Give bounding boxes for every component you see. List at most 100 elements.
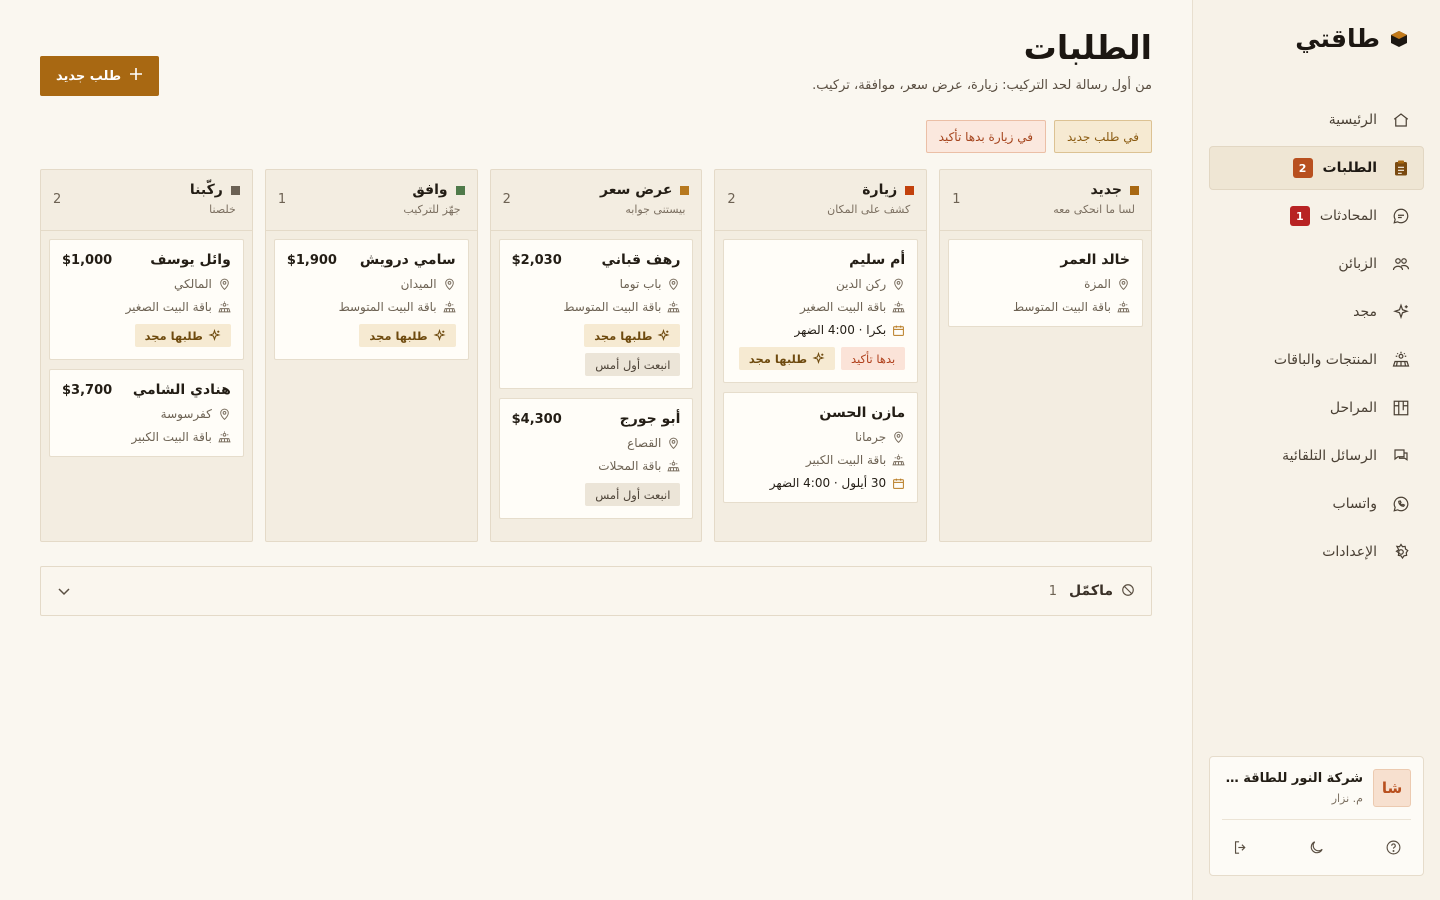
calendar-icon xyxy=(892,324,905,337)
solar-panel-icon xyxy=(667,301,680,314)
sidebar-item-3[interactable]: الزبائن xyxy=(1209,242,1424,286)
card-location: القصاع xyxy=(512,436,681,450)
order-card[interactable]: رهف قباني $2,030 باب توما باقة البيت المتوس… xyxy=(498,239,694,389)
divider xyxy=(1222,819,1411,820)
sidebar-nav: الرئيسية الطلبات 2 المحادثات 1 الزبائن مجد المن… xyxy=(1209,98,1424,578)
package-text: باقة البيت الصغير xyxy=(799,300,887,314)
card-location: الميدان xyxy=(287,277,456,291)
main-content: الطلبات من أول رسالة لحد التركيب: زيارة،… xyxy=(0,0,1192,900)
sidebar-item-6[interactable]: المراحل xyxy=(1209,386,1424,430)
location-pin-icon xyxy=(892,278,905,291)
card-appointment: 30 أيلول · 4:00 الضهر xyxy=(736,476,905,490)
appointment-text: بكرا · 4:00 الضهر xyxy=(794,323,887,337)
order-card[interactable]: أم سليم ركن الدين باقة البيت الصغير بكرا · … xyxy=(723,239,919,383)
column-count: 2 xyxy=(53,192,62,207)
sidebar-item-badge: 1 xyxy=(1289,206,1310,226)
moon-icon[interactable] xyxy=(1303,833,1331,861)
new-order-button[interactable]: طلب جديد xyxy=(40,56,160,96)
tag-majd: طلبها مجد xyxy=(738,347,836,370)
sparkle-icon xyxy=(812,352,825,365)
sidebar-item-label: مجد xyxy=(1353,304,1377,320)
column-cards: خالد العمر المزة باقة البيت المتوسط xyxy=(940,231,1151,344)
order-price: $1,000 xyxy=(62,252,113,268)
help-icon[interactable] xyxy=(1379,833,1407,861)
logout-icon[interactable] xyxy=(1226,833,1254,861)
sparkle-icon xyxy=(433,329,446,342)
sidebar-item-0[interactable]: الرئيسية xyxy=(1209,98,1424,142)
ban-icon xyxy=(1121,582,1135,601)
order-card[interactable]: خالد العمر المزة باقة البيت المتوسط xyxy=(948,239,1143,327)
card-package: باقة البيت المتوسط xyxy=(961,300,1130,314)
column-cards: وائل يوسف $1,000 المالكي باقة البيت الصغير ط… xyxy=(41,231,252,474)
location-pin-icon xyxy=(667,437,680,450)
sidebar-item-badge: 2 xyxy=(1292,158,1313,178)
sidebar-item-label: الرسائل التلقائية xyxy=(1282,448,1377,464)
card-package: باقة البيت المتوسط xyxy=(512,300,681,314)
solar-panel-icon xyxy=(667,460,680,473)
card-header: هنادي الشامي $3,700 xyxy=(62,382,231,398)
column-subtitle: بيستنى جوابه xyxy=(625,203,686,216)
order-card[interactable]: أبو جورج $4,300 القصاع باقة المحلات انبعت أو… xyxy=(498,398,694,519)
sidebar-item-8[interactable]: واتساب xyxy=(1209,482,1424,526)
sidebar-item-9[interactable]: الإعدادات xyxy=(1209,530,1424,574)
column-subtitle: خلصنا xyxy=(209,203,236,216)
plus-icon xyxy=(129,67,143,85)
sidebar-item-2[interactable]: المحادثات 1 xyxy=(1209,194,1424,238)
tag-majd: طلبها مجد xyxy=(584,324,681,347)
calendar-icon xyxy=(892,477,905,490)
package-text: باقة البيت المتوسط xyxy=(563,300,662,314)
sidebar-item-5[interactable]: المنتجات والباقات xyxy=(1209,338,1424,382)
brand[interactable]: طاقتي xyxy=(1295,24,1408,53)
sparkle-icon xyxy=(657,329,670,342)
sidebar-item-4[interactable]: مجد xyxy=(1209,290,1424,334)
card-package: باقة البيت الصغير xyxy=(736,300,905,314)
order-card[interactable]: وائل يوسف $1,000 المالكي باقة البيت الصغير ط… xyxy=(49,239,244,360)
company-name: شركة النور للطاقة الشمسية xyxy=(1223,771,1363,786)
column-title: زيارة xyxy=(862,182,898,198)
column-title: عرض سعر xyxy=(600,182,673,198)
order-card[interactable]: مازن الحسن جرمانا باقة البيت الكبير 30 أيلو… xyxy=(723,392,919,503)
location-pin-icon xyxy=(443,278,456,291)
tag-majd: طلبها مجد xyxy=(359,324,456,347)
card-package: باقة البيت الكبير xyxy=(62,430,231,444)
location-text: المالكي xyxy=(173,277,212,291)
order-price: $4,300 xyxy=(511,411,562,427)
location-text: جرمانا xyxy=(855,430,887,444)
customer-name: أم سليم xyxy=(849,252,906,268)
card-package: باقة المحلات xyxy=(512,459,681,473)
kanban-column: جديد لسا ما انحكى معه 1 خالد العمر المزة باقة… xyxy=(939,169,1152,542)
column-header: عرض سعر بيستنى جوابه 2 xyxy=(490,170,702,231)
kanban-icon xyxy=(1391,398,1411,418)
sidebar-item-label: واتساب xyxy=(1332,496,1377,512)
order-card[interactable]: سامي درويش $1,900 الميدان باقة البيت المتوس… xyxy=(273,239,469,360)
customer-name: أبو جورج xyxy=(619,411,681,427)
account-card: شا شركة النور للطاقة الشمسية م. نزار xyxy=(1209,756,1424,876)
whatsapp-icon xyxy=(1391,494,1411,514)
card-tags: طلبها مجد xyxy=(287,324,456,347)
package-text: باقة البيت المتوسط xyxy=(1012,300,1111,314)
sparkle-icon xyxy=(1391,302,1411,322)
column-title: ركّبنا xyxy=(189,182,223,198)
closed-section-toggle[interactable]: ماكمّل 1 xyxy=(40,566,1152,616)
sidebar-item-label: الزبائن xyxy=(1338,256,1377,272)
card-package: باقة البيت المتوسط xyxy=(287,300,456,314)
sidebar-item-7[interactable]: الرسائل التلقائية xyxy=(1209,434,1424,478)
user-name: م. نزار xyxy=(1331,792,1363,805)
solar-panel-icon xyxy=(892,301,905,314)
closed-count: 1 xyxy=(1048,583,1058,599)
card-tags: طلبها مجد انبعت أول أمس xyxy=(512,324,681,376)
solar-panel-icon xyxy=(218,301,231,314)
avatar[interactable]: شا xyxy=(1373,769,1411,807)
order-card[interactable]: هنادي الشامي $3,700 كفرسوسة باقة البيت الكب… xyxy=(49,369,244,457)
sidebar-item-1[interactable]: الطلبات 2 xyxy=(1209,146,1424,190)
column-title: وافق xyxy=(412,182,448,198)
filter-needs-confirm[interactable]: في زيارة بدها تأكيد xyxy=(925,120,1046,153)
filter-new[interactable]: في طلب جديد xyxy=(1053,120,1152,153)
order-price: $3,700 xyxy=(62,382,113,398)
column-subtitle: كشف على المكان xyxy=(827,203,911,216)
column-cards: أم سليم ركن الدين باقة البيت الصغير بكرا · … xyxy=(715,231,926,520)
column-color-dot xyxy=(680,185,690,195)
filter-chips: في طلب جديد في زيارة بدها تأكيد xyxy=(925,120,1152,153)
tag-label: انبعت أول أمس xyxy=(595,487,671,502)
tag-label: طلبها مجد xyxy=(369,328,428,343)
